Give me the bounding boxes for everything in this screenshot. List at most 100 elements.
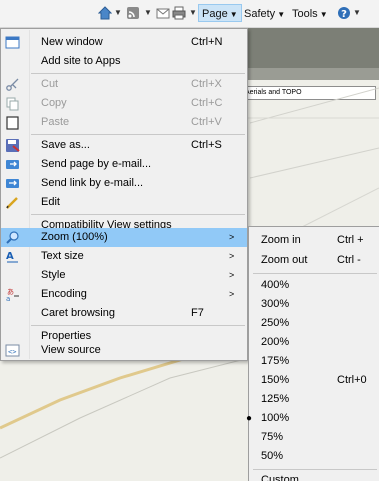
zoom-250-item[interactable]: 250% bbox=[249, 314, 379, 333]
menu-item-add-site-to-apps[interactable]: Add site to Apps bbox=[1, 52, 247, 71]
tools-menu-button[interactable]: Tools ▼ bbox=[292, 5, 328, 23]
view-source-icon: <> bbox=[5, 344, 20, 357]
zoom-400-item[interactable]: 400% bbox=[249, 276, 379, 295]
zoom-150-item[interactable]: 150% Ctrl+0 bbox=[249, 371, 379, 390]
zoom-submenu: Zoom in Ctrl + Zoom out Ctrl - 400% 300%… bbox=[246, 226, 379, 481]
submenu-item-label: 200% bbox=[261, 336, 290, 348]
zoom-200-item[interactable]: 200% bbox=[249, 333, 379, 352]
zoom-125-item[interactable]: 125% bbox=[249, 390, 379, 409]
menu-item-label: View source bbox=[41, 344, 101, 356]
menu-separator bbox=[31, 214, 245, 215]
submenu-item-label: 175% bbox=[261, 355, 290, 367]
menu-item-shortcut: F7 bbox=[191, 307, 204, 319]
menu-item-label: Caret browsing bbox=[41, 307, 115, 319]
menu-item-label: Add site to Apps bbox=[41, 55, 121, 67]
save-icon bbox=[6, 139, 20, 152]
feeds-dropdown-icon[interactable]: ▼ bbox=[144, 6, 152, 20]
menu-item-view-source[interactable]: <> View source bbox=[1, 341, 247, 360]
safety-menu-caret-icon: ▼ bbox=[277, 10, 286, 19]
submenu-item-label: 400% bbox=[261, 279, 290, 291]
submenu-item-label: 300% bbox=[261, 298, 290, 310]
help-icon[interactable]: ? bbox=[337, 6, 351, 20]
menu-item-style[interactable]: Style > bbox=[1, 266, 247, 285]
selected-bullet-icon: ● bbox=[246, 413, 253, 424]
menu-item-shortcut: Ctrl+N bbox=[191, 36, 223, 48]
menu-item-label: Encoding bbox=[41, 288, 87, 300]
tools-menu-caret-icon: ▼ bbox=[319, 10, 328, 19]
zoom-out-item[interactable]: Zoom out Ctrl - bbox=[249, 251, 379, 270]
safety-menu-label: Safety bbox=[244, 8, 276, 20]
submenu-item-label: 250% bbox=[261, 317, 290, 329]
submenu-item-label: 50% bbox=[261, 450, 284, 462]
menu-item-label: Edit bbox=[41, 196, 60, 208]
submenu-separator bbox=[253, 469, 377, 470]
copy-icon bbox=[6, 97, 19, 111]
print-icon[interactable] bbox=[172, 6, 186, 20]
submenu-item-label: Zoom in bbox=[261, 234, 301, 246]
submenu-item-shortcut: Ctrl+0 bbox=[337, 374, 367, 386]
menu-item-label: Zoom (100%) bbox=[41, 231, 108, 243]
menu-item-caret-browsing[interactable]: Caret browsing F7 bbox=[1, 304, 247, 323]
menu-item-label: Paste bbox=[41, 116, 70, 128]
help-dropdown-icon[interactable]: ▼ bbox=[353, 6, 361, 20]
zoom-custom-item[interactable]: Custom... bbox=[249, 471, 379, 481]
menu-item-label: Text size bbox=[41, 250, 84, 262]
text-size-icon: A bbox=[6, 251, 18, 263]
menu-item-label: Style bbox=[41, 269, 66, 281]
menu-item-label: Send page by e-mail... bbox=[41, 158, 152, 170]
zoom-in-item[interactable]: Zoom in Ctrl + bbox=[249, 231, 379, 250]
send-link-icon bbox=[6, 179, 19, 188]
menu-item-send-link[interactable]: Send link by e-mail... bbox=[1, 174, 247, 193]
svg-text:?: ? bbox=[341, 9, 347, 20]
send-page-icon bbox=[6, 160, 19, 169]
home-icon[interactable] bbox=[98, 6, 112, 20]
submenu-arrow-icon: > bbox=[229, 251, 235, 261]
menu-item-copy[interactable]: Copy Ctrl+C bbox=[1, 94, 247, 113]
menu-item-new-window[interactable]: New window Ctrl+N bbox=[1, 33, 247, 52]
submenu-arrow-icon: > bbox=[229, 270, 235, 280]
submenu-item-label: 150% bbox=[261, 374, 290, 386]
page-menu-button[interactable]: Page ▼ bbox=[198, 4, 242, 22]
zoom-50-item[interactable]: 50% bbox=[249, 447, 379, 466]
zoom-300-item[interactable]: 300% bbox=[249, 295, 379, 314]
menu-item-paste[interactable]: Paste Ctrl+V bbox=[1, 113, 247, 132]
menu-item-label: Save as... bbox=[41, 139, 90, 151]
menu-item-shortcut: Ctrl+V bbox=[191, 116, 222, 128]
menu-item-edit[interactable]: Edit bbox=[1, 193, 247, 212]
new-window-icon bbox=[5, 36, 20, 49]
submenu-item-shortcut: Ctrl - bbox=[337, 254, 361, 266]
submenu-item-shortcut: Ctrl + bbox=[337, 234, 364, 246]
feeds-icon[interactable] bbox=[126, 6, 140, 20]
submenu-item-label: 100% bbox=[261, 412, 290, 424]
tools-menu-label: Tools bbox=[292, 8, 318, 20]
menu-item-text-size[interactable]: A Text size > bbox=[1, 247, 247, 266]
menu-item-shortcut: Ctrl+S bbox=[191, 139, 222, 151]
menu-item-label: Cut bbox=[41, 78, 59, 90]
menu-separator bbox=[31, 325, 245, 326]
home-dropdown-icon[interactable]: ▼ bbox=[114, 6, 122, 20]
safety-menu-button[interactable]: Safety ▼ bbox=[244, 5, 285, 23]
zoom-175-item[interactable]: 175% bbox=[249, 352, 379, 371]
menu-item-send-page[interactable]: Send page by e-mail... bbox=[1, 155, 247, 174]
pencil-icon bbox=[6, 197, 18, 209]
submenu-separator bbox=[253, 273, 377, 274]
zoom-100-item[interactable]: ● 100% bbox=[246, 409, 379, 428]
page-dropdown-menu: New window Ctrl+N Add site to Apps Cut C… bbox=[0, 28, 248, 361]
menu-separator bbox=[31, 134, 245, 135]
submenu-item-label: Zoom out bbox=[261, 254, 308, 266]
submenu-arrow-icon: > bbox=[229, 289, 235, 299]
paste-icon bbox=[6, 116, 19, 130]
zoom-icon bbox=[6, 231, 19, 244]
menu-item-zoom[interactable]: Zoom (100%) > bbox=[1, 228, 247, 247]
scissors-icon bbox=[6, 78, 19, 91]
menu-item-save-as[interactable]: Save as... Ctrl+S bbox=[1, 136, 247, 155]
menu-item-encoding[interactable]: あ a Encoding > bbox=[1, 285, 247, 304]
zoom-75-item[interactable]: 75% bbox=[249, 428, 379, 447]
menu-item-cut[interactable]: Cut Ctrl+X bbox=[1, 75, 247, 94]
submenu-arrow-icon: > bbox=[229, 232, 235, 242]
page-menu-caret-icon: ▼ bbox=[229, 10, 238, 19]
read-mail-icon[interactable] bbox=[156, 6, 170, 20]
encoding-icon: あ a bbox=[6, 288, 19, 302]
submenu-item-label: Custom... bbox=[261, 474, 309, 481]
print-dropdown-icon[interactable]: ▼ bbox=[189, 6, 197, 20]
